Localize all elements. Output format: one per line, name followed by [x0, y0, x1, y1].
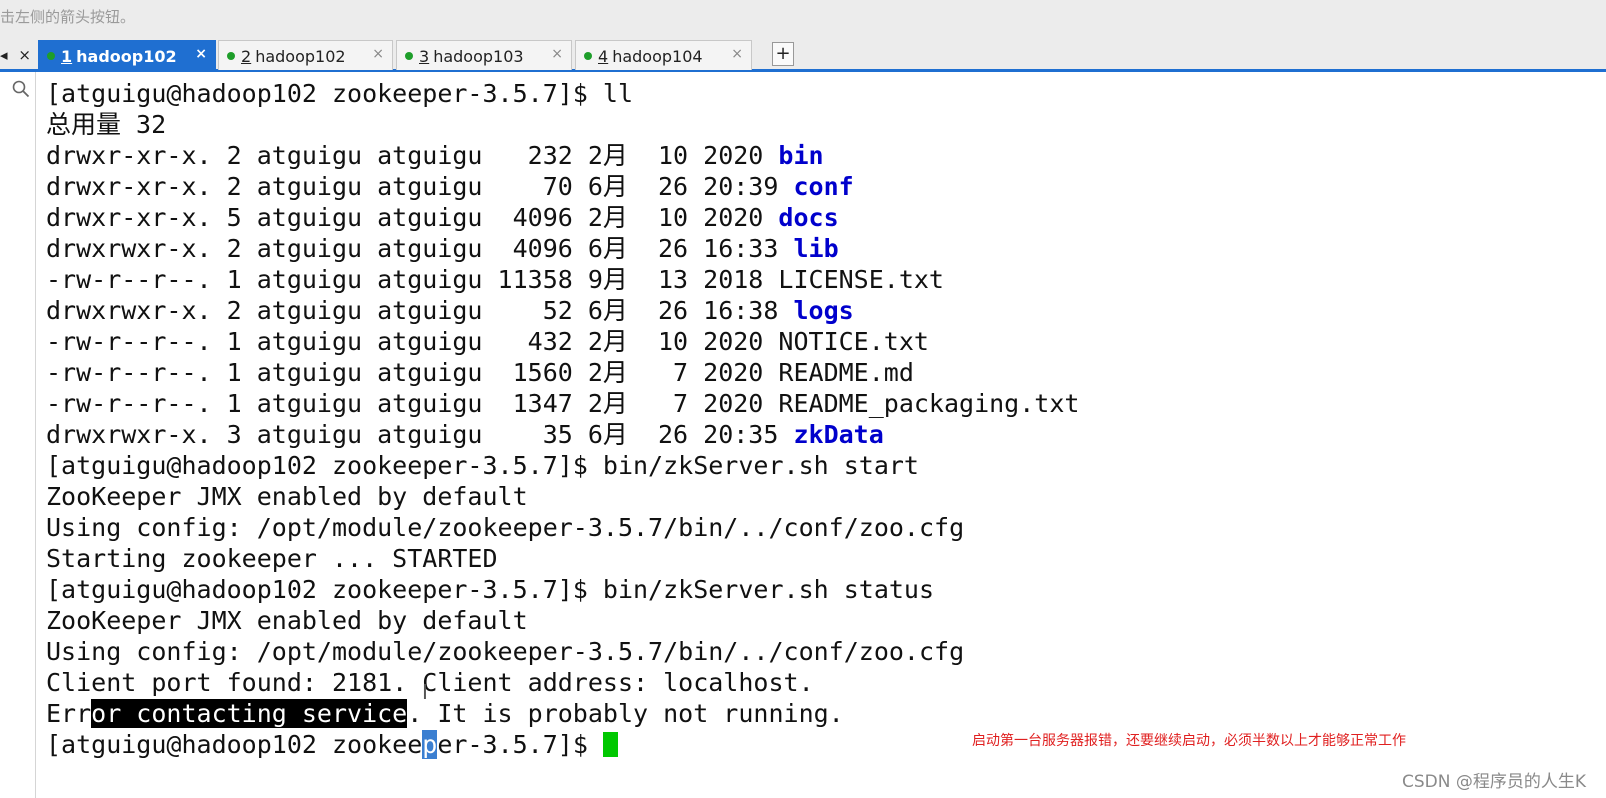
- terminal-line: [atguigu@hadoop102 zookeeper-3.5.7]$ bin…: [46, 574, 1606, 605]
- directory-name: zkData: [793, 420, 884, 449]
- status-dot-icon: [227, 51, 235, 60]
- side-panel: [0, 72, 36, 798]
- terminal-line: drwxr-xr-x. 5 atguigu atguigu 4096 2月 10…: [46, 202, 1606, 233]
- terminal-text: -rw-r--r--. 1 atguigu atguigu 432 2月 10 …: [46, 327, 929, 356]
- tab-close-icon[interactable]: ×: [372, 46, 384, 62]
- terminal-text: . It is probably not running.: [407, 699, 844, 728]
- tab-session-3[interactable]: 3 hadoop103 ×: [396, 40, 572, 70]
- terminal-line: ZooKeeper JMX enabled by default: [46, 605, 1606, 636]
- search-icon[interactable]: [12, 80, 30, 98]
- terminal-line: -rw-r--r--. 1 atguigu atguigu 432 2月 10 …: [46, 326, 1606, 357]
- terminal-line: Using config: /opt/module/zookeeper-3.5.…: [46, 636, 1606, 667]
- directory-name: conf: [793, 172, 854, 201]
- close-panel-icon[interactable]: ×: [18, 46, 31, 64]
- tab-label: hadoop102: [255, 47, 346, 66]
- terminal-text: er-3.5.7]$: [437, 730, 603, 759]
- directory-name: lib: [793, 234, 839, 263]
- terminal-text: [atguigu@hadoop102 zookee: [46, 730, 423, 759]
- status-dot-icon: [405, 51, 413, 60]
- tab-session-2[interactable]: 2 hadoop102 ×: [218, 40, 393, 70]
- tab-bar-left-controls: ◂ ×: [0, 46, 37, 64]
- tab-close-icon[interactable]: ×: [195, 46, 207, 62]
- terminal-text: drwxrwxr-x. 2 atguigu atguigu 4096 6月 26…: [46, 234, 794, 263]
- terminal-text: Using config: /opt/module/zookeeper-3.5.…: [46, 513, 965, 542]
- terminal-line: drwxr-xr-x. 2 atguigu atguigu 70 6月 26 2…: [46, 171, 1606, 202]
- terminal-line: -rw-r--r--. 1 atguigu atguigu 11358 9月 1…: [46, 264, 1606, 295]
- tab-number: 1: [61, 47, 73, 66]
- terminal-line: drwxrwxr-x. 2 atguigu atguigu 52 6月 26 1…: [46, 295, 1606, 326]
- tab-label: hadoop103: [433, 47, 524, 66]
- terminal-cursor: [602, 731, 618, 757]
- terminal-text: [atguigu@hadoop102 zookeeper-3.5.7]$ bin…: [46, 575, 935, 604]
- tab-number: 3: [419, 47, 430, 66]
- terminal-text: drwxr-xr-x. 2 atguigu atguigu 232 2月 10 …: [46, 141, 779, 170]
- terminal-text: drwxr-xr-x. 5 atguigu atguigu 4096 2月 10…: [46, 203, 779, 232]
- terminal-line: Starting zookeeper ... STARTED: [46, 543, 1606, 574]
- terminal-line: -rw-r--r--. 1 atguigu atguigu 1560 2月 7 …: [46, 357, 1606, 388]
- terminal-text: ZooKeeper JMX enabled by default: [46, 482, 528, 511]
- tab-number: 4: [598, 47, 609, 66]
- terminal-output[interactable]: [atguigu@hadoop102 zookeeper-3.5.7]$ ll 总…: [46, 78, 1606, 760]
- terminal-text: drwxrwxr-x. 2 atguigu atguigu 52 6月 26 1…: [46, 296, 794, 325]
- tab-label: hadoop104: [612, 47, 703, 66]
- status-dot-icon: [584, 51, 592, 60]
- terminal-text: [atguigu@hadoop102 zookeeper-3.5.7]$ bin…: [46, 451, 919, 480]
- terminal-text: -rw-r--r--. 1 atguigu atguigu 1560 2月 7 …: [46, 358, 914, 387]
- terminal-text: Client port found: 2181. Client address:…: [46, 668, 814, 697]
- top-hint-bar: 击左侧的箭头按钮。: [0, 0, 1606, 38]
- tab-session-1[interactable]: 1 hadoop102 ×: [38, 40, 216, 70]
- terminal-text: Starting zookeeper ... STARTED: [46, 544, 498, 573]
- tab-session-4[interactable]: 4 hadoop104 ×: [575, 40, 752, 70]
- directory-name: docs: [778, 203, 839, 232]
- tab-label: hadoop102: [76, 47, 177, 66]
- terminal-line: ZooKeeper JMX enabled by default: [46, 481, 1606, 512]
- terminal-text: ZooKeeper JMX enabled by default: [46, 606, 528, 635]
- hint-text: 击左侧的箭头按钮。: [0, 8, 136, 26]
- selected-char: p: [422, 730, 438, 759]
- tab-close-icon[interactable]: ×: [551, 46, 563, 62]
- tab-number: 2: [241, 47, 252, 66]
- terminal-text: Err: [46, 699, 92, 728]
- session-tab-bar: ◂ × 1 hadoop102 × 2 hadoop102 × 3 hadoop103…: [0, 38, 1606, 72]
- directory-name: bin: [778, 141, 824, 170]
- terminal-line: Error contacting service. It is probably…: [46, 698, 1606, 729]
- terminal-line: Client port found: 2181. Client address:…: [46, 667, 1606, 698]
- terminal-line: Using config: /opt/module/zookeeper-3.5.…: [46, 512, 1606, 543]
- annotation-note: 启动第一台服务器报错，还要继续启动，必须半数以上才能够正常工作: [972, 733, 1406, 749]
- terminal-line: 总用量 32: [46, 109, 1606, 140]
- collapse-arrow-icon[interactable]: ◂: [0, 46, 8, 64]
- terminal-text: drwxr-xr-x. 2 atguigu atguigu 70 6月 26 2…: [46, 172, 794, 201]
- terminal-line: [atguigu@hadoop102 zookeeper-3.5.7]$ bin…: [46, 450, 1606, 481]
- directory-name: logs: [793, 296, 854, 325]
- terminal-text: [atguigu@hadoop102 zookeeper-3.5.7]$ ll: [46, 79, 633, 108]
- terminal-line: -rw-r--r--. 1 atguigu atguigu 1347 2月 7 …: [46, 388, 1606, 419]
- terminal-line: drwxrwxr-x. 2 atguigu atguigu 4096 6月 26…: [46, 233, 1606, 264]
- add-tab-button[interactable]: +: [772, 42, 794, 66]
- tab-close-icon[interactable]: ×: [731, 46, 743, 62]
- status-dot-icon: [47, 51, 55, 60]
- terminal-line: drwxr-xr-x. 2 atguigu atguigu 232 2月 10 …: [46, 140, 1606, 171]
- terminal-text: 总用量 32: [46, 110, 167, 139]
- text-cursor-icon: I: [422, 680, 428, 704]
- terminal-line: [atguigu@hadoop102 zookeeper-3.5.7]$ ll: [46, 78, 1606, 109]
- watermark: CSDN @程序员的人生K: [1401, 772, 1586, 792]
- terminal-text: drwxrwxr-x. 3 atguigu atguigu 35 6月 26 2…: [46, 420, 794, 449]
- terminal-text: -rw-r--r--. 1 atguigu atguigu 1347 2月 7 …: [46, 389, 1080, 418]
- selected-text: or contacting service: [91, 699, 408, 728]
- terminal-text: -rw-r--r--. 1 atguigu atguigu 11358 9月 1…: [46, 265, 944, 294]
- terminal-line: drwxrwxr-x. 3 atguigu atguigu 35 6月 26 2…: [46, 419, 1606, 450]
- terminal-text: Using config: /opt/module/zookeeper-3.5.…: [46, 637, 965, 666]
